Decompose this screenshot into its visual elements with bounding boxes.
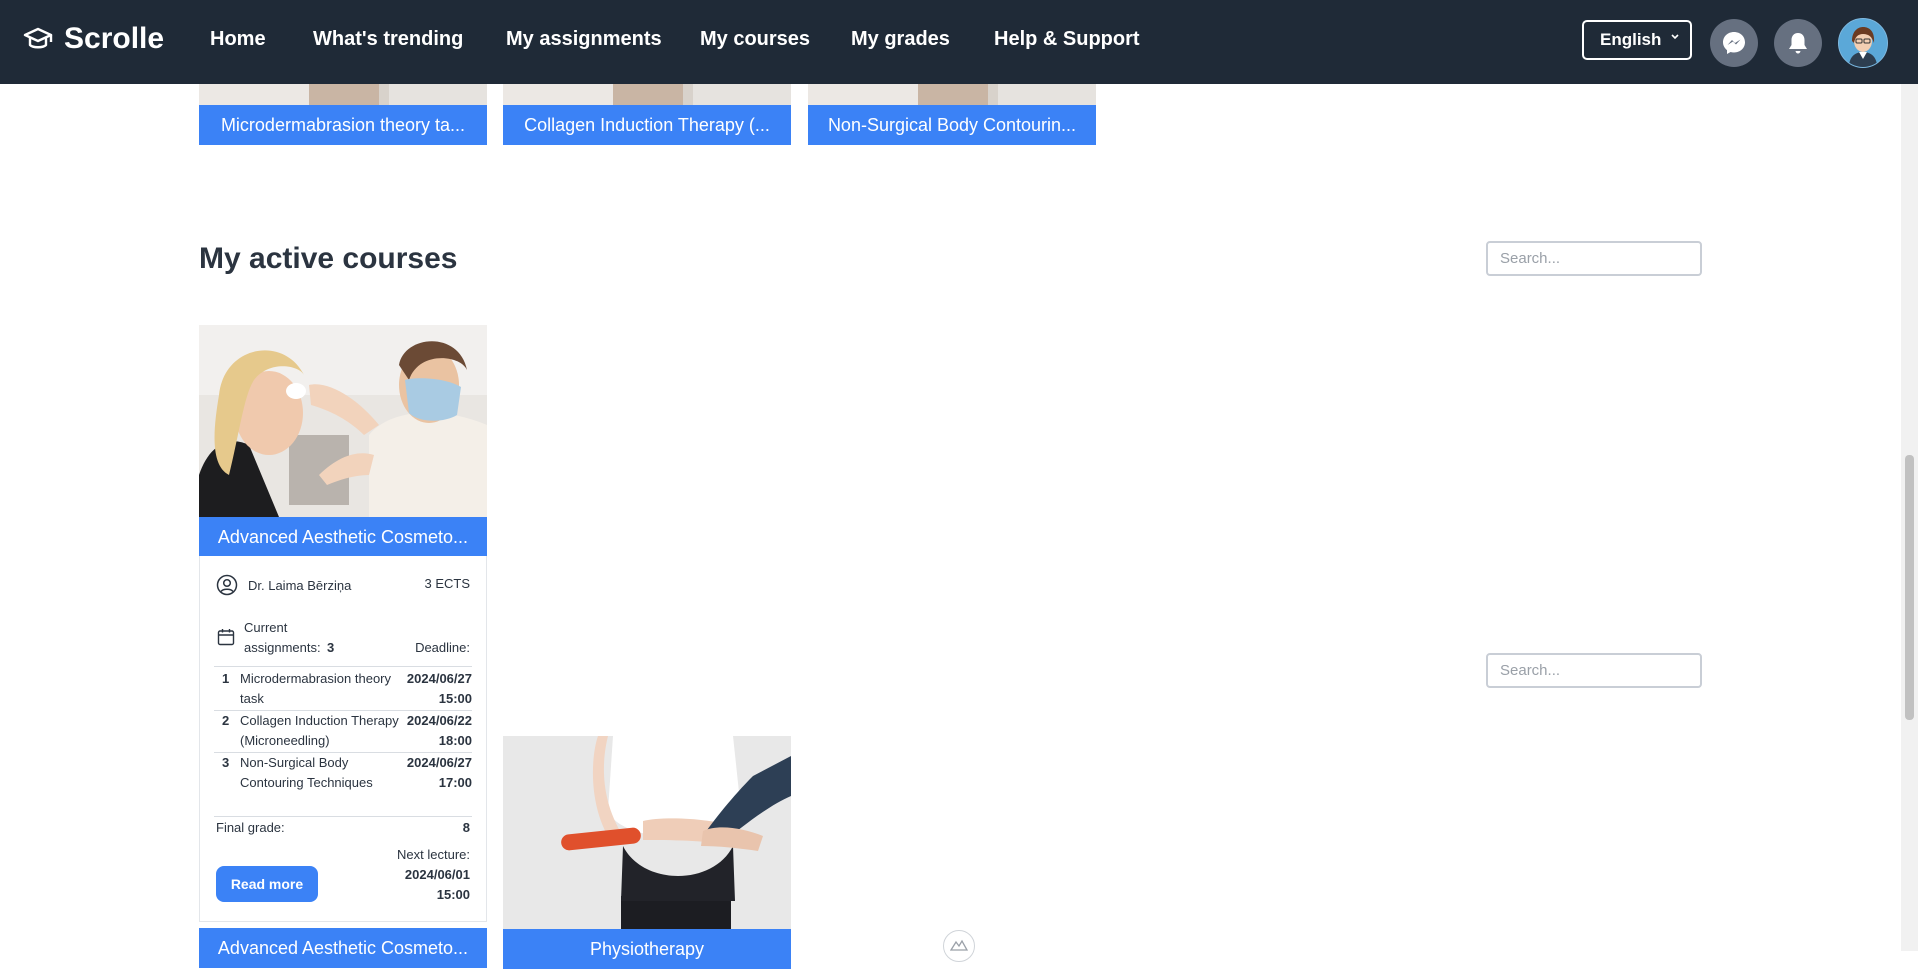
nav-help-support[interactable]: Help & Support [994,28,1140,51]
assignment-row[interactable]: 1 Microdermabrasion theory task 2024/06/… [214,669,472,709]
instructor-name: Dr. Laima Bērziņa [248,578,352,593]
card-photo [199,84,487,105]
next-lecture-date: 2024/06/01 [404,867,470,882]
final-grade-value: 8 [462,820,470,835]
divider [214,816,472,817]
divider [214,666,472,667]
user-circle-icon [216,574,238,596]
course-card-title[interactable]: Collagen Induction Therapy (... [503,105,791,145]
next-lecture-label: Next lecture: [397,847,470,862]
language-select-value: English [1600,30,1662,49]
assignment-deadline-time: 18:00 [438,733,472,748]
page-scrollbar[interactable] [1901,0,1918,951]
assignment-deadline: 2024/06/27 17:00 [407,753,472,793]
assignment-number: 3 [222,755,230,770]
assignment-name: Collagen Induction Therapy (Microneedlin… [240,713,399,748]
user-avatar[interactable] [1838,18,1888,68]
notifications-button[interactable] [1774,19,1822,67]
search-input[interactable] [1486,241,1702,276]
assignment-deadline-time: 15:00 [438,691,472,706]
assignments-count: 3 [327,640,335,655]
assignment-row[interactable]: 2 Collagen Induction Therapy (Microneedl… [214,711,472,751]
nav-my-courses[interactable]: My courses [700,28,810,51]
messenger-icon [1723,32,1745,54]
course-card-title[interactable]: Microdermabrasion theory ta... [199,105,487,145]
course-card-image[interactable] [503,736,791,929]
final-grade-label: Final grade: [216,820,285,835]
assignment-deadline-date: 2024/06/27 [406,755,472,770]
assignments-label: assignments: [244,640,321,655]
deadline-label: Deadline: [415,640,470,655]
assignment-deadline-time: 17:00 [438,775,472,790]
assignment-name: Non-Surgical Body Contouring Techniques [240,755,373,790]
card-photo [199,325,487,517]
nav-my-grades[interactable]: My grades [851,28,950,51]
next-lecture-time: 15:00 [436,887,470,902]
assignment-name: Microdermabrasion theory task [240,671,392,706]
course-card-title[interactable]: Advanced Aesthetic Cosmeto... [199,517,487,557]
course-card-title[interactable]: Advanced Aesthetic Cosmeto... [199,928,487,968]
assignment-deadline-date: 2024/06/22 [406,713,472,728]
current-assignments-label: Current [244,620,288,635]
assignment-number: 2 [222,713,230,728]
mountain-icon [950,939,968,951]
assignment-deadline-date: 2024/06/27 [406,671,472,686]
nav-home[interactable]: Home [210,28,266,51]
ects-credits: 3 ECTS [424,576,470,591]
nav-whats-trending[interactable]: What's trending [313,28,463,51]
course-card-image[interactable] [199,84,487,105]
search-input[interactable] [1486,653,1702,688]
course-card-image[interactable] [503,84,791,105]
calendar-icon [217,629,235,646]
assignment-deadline: 2024/06/22 18:00 [407,711,472,751]
card-photo [503,736,791,929]
graduation-cap-icon [23,27,53,49]
brand-name: Scrolle [64,22,165,55]
card-photo [503,84,791,105]
top-navbar: Scrolle Home What's trending My assignme… [0,0,1918,84]
course-card-details: Dr. Laima Bērziņa 3 ECTS Current assignm… [199,556,487,922]
course-card-title[interactable]: Non-Surgical Body Contourin... [808,105,1096,145]
assignment-number: 1 [222,671,230,686]
nav-my-assignments[interactable]: My assignments [506,28,662,51]
read-more-button[interactable]: Read more [216,866,318,902]
chevron-down-icon [1671,34,1679,40]
brand-logo[interactable]: Scrolle [22,22,164,56]
language-select[interactable]: English [1582,20,1692,60]
assignment-deadline: 2024/06/27 15:00 [407,669,472,709]
avatar-illustration [1839,19,1887,67]
section-heading: My active courses [199,242,458,275]
scrollbar-thumb[interactable] [1905,455,1914,720]
course-card-image[interactable] [199,325,487,517]
assignment-row[interactable]: 3 Non-Surgical Body Contouring Technique… [214,753,472,793]
messenger-button[interactable] [1710,19,1758,67]
course-card-image[interactable] [808,84,1096,105]
card-photo [808,84,1096,105]
bell-icon [1789,33,1807,54]
course-card-title[interactable]: Physiotherapy [503,929,791,969]
devtools-badge[interactable] [943,930,975,962]
